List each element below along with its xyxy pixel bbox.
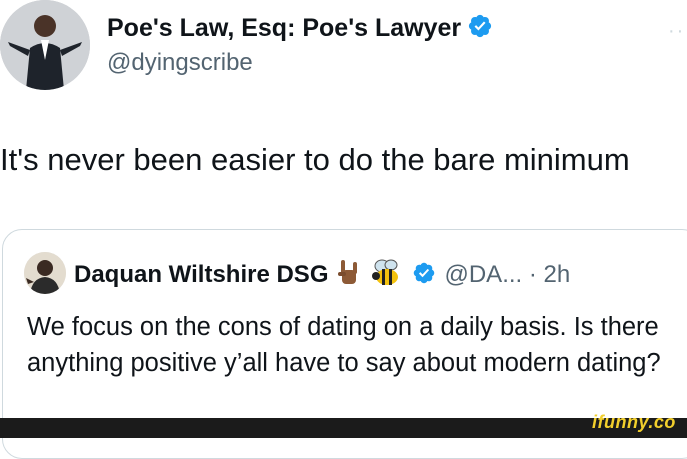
author-display-name[interactable]: Poe's Law, Esq: Poe's Lawyer: [107, 12, 493, 47]
quoted-tweet-text: We focus on the cons of dating on a dail…: [27, 313, 661, 377]
quoted-verified-badge-icon: [412, 261, 436, 290]
quoted-display-name[interactable]: Daquan Wiltshire DSG: [74, 261, 328, 289]
more-options-icon[interactable]: ··: [668, 21, 685, 41]
tweet-text: It's never been easier to do the bare mi…: [0, 142, 630, 177]
bee-icon: [370, 258, 404, 293]
author-name-text: Poe's Law, Esq: Poe's Lawyer: [107, 14, 462, 42]
rock-on-hand-icon: [336, 258, 362, 293]
ifunny-watermark: ifunny.co: [592, 412, 676, 432]
quoted-author-avatar[interactable]: [24, 252, 66, 294]
author-handle[interactable]: @dyingscribe: [107, 48, 253, 78]
watermark-bar: [0, 418, 687, 438]
verified-badge-icon: [467, 13, 493, 47]
author-avatar[interactable]: [0, 0, 90, 90]
quoted-header: Daquan Wiltshire DSG @DA... · 2h: [74, 258, 570, 292]
quoted-avatar-image: [24, 252, 66, 294]
avatar-image: [0, 0, 90, 90]
quoted-handle-time[interactable]: @DA... · 2h: [444, 261, 570, 289]
